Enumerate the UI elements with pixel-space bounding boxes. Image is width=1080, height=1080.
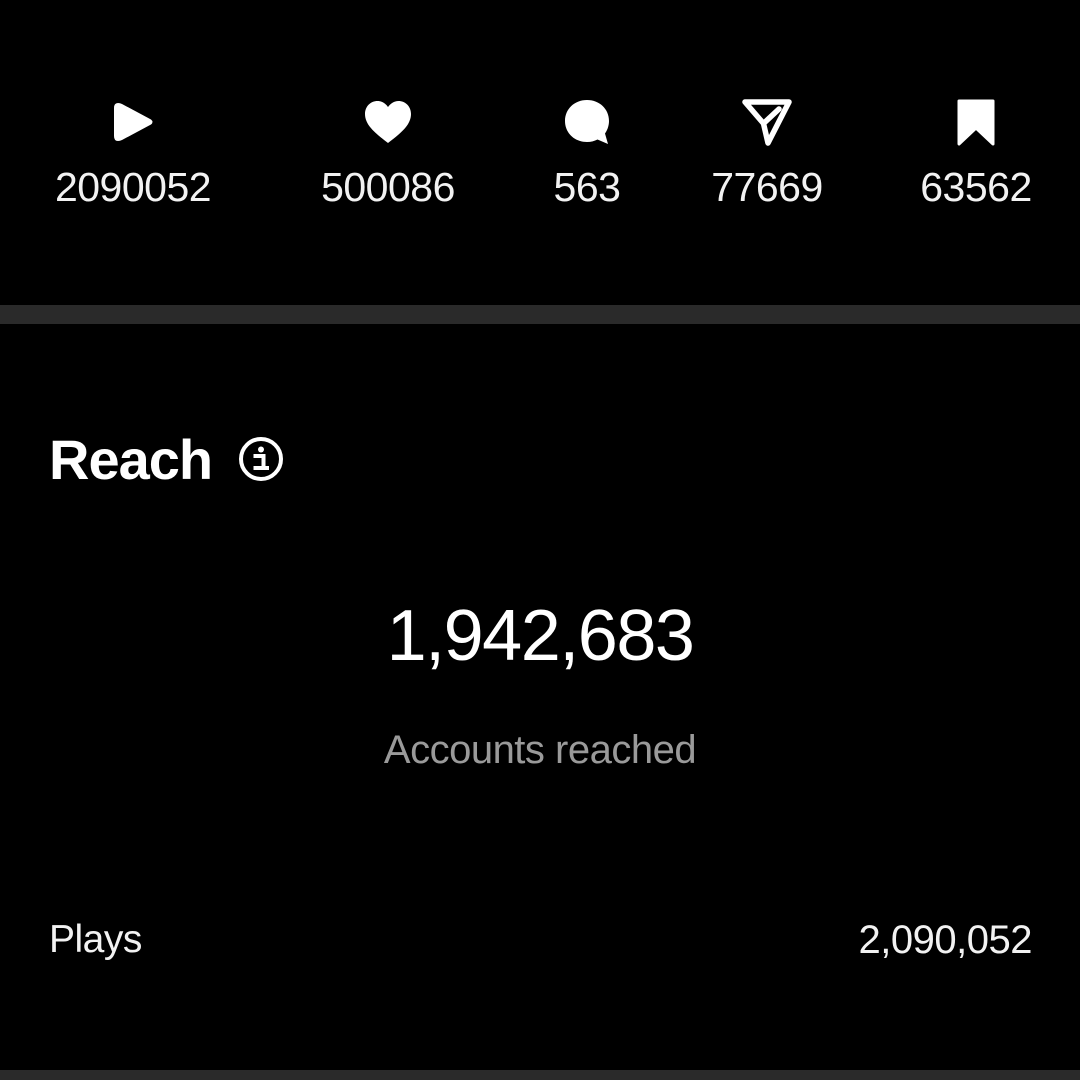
plays-row: Plays 2,090,052 (49, 910, 1033, 970)
likes-metric: 500086 (278, 96, 498, 226)
accounts-reached-label: Accounts reached (383, 728, 697, 772)
accounts-reached-value: 1,942,683 (386, 596, 695, 676)
reach-header: Reach (49, 424, 284, 494)
saves-count: 63562 (920, 164, 1032, 210)
heart-icon (362, 96, 414, 148)
reach-title: Reach (49, 427, 213, 491)
comment-icon (561, 96, 613, 148)
send-icon (741, 96, 793, 148)
likes-count: 500086 (321, 164, 455, 210)
plays-metric: 2090052 (23, 96, 243, 226)
bottom-divider (0, 1070, 1080, 1080)
shares-metric: 77669 (657, 96, 877, 226)
plays-count: 2090052 (54, 164, 212, 210)
shares-count: 77669 (711, 164, 823, 210)
section-divider (0, 305, 1080, 324)
engagement-metrics: 2090052 500086 563 77669 63562 (0, 0, 1080, 305)
saves-metric: 63562 (866, 96, 1080, 226)
plays-label: Plays (49, 918, 142, 961)
play-icon (107, 96, 159, 148)
info-icon[interactable] (238, 436, 284, 482)
plays-value: 2,090,052 (858, 917, 1033, 962)
bookmark-icon (950, 96, 1002, 148)
